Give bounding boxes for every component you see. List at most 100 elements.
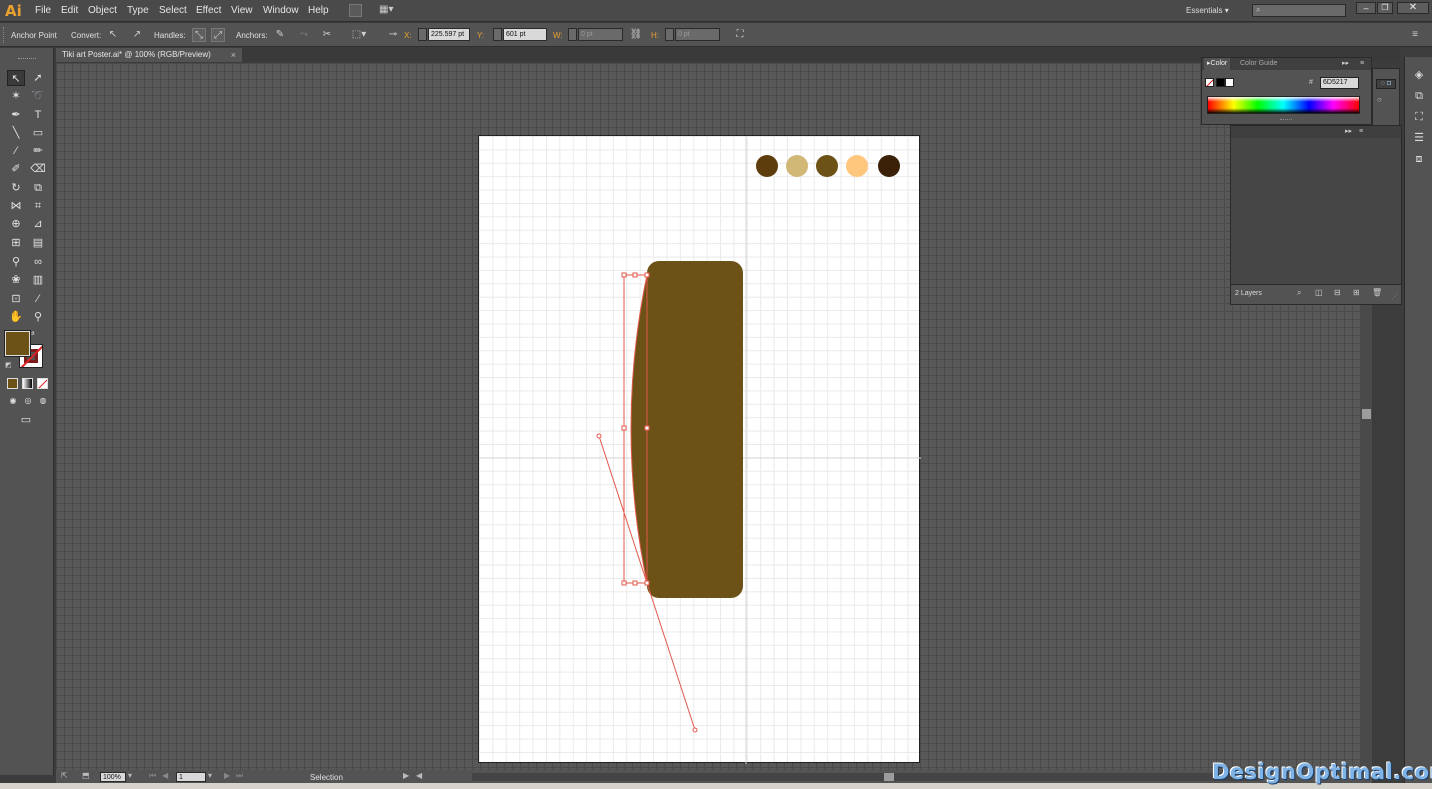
hide-handles-icon[interactable]: ⤢ bbox=[211, 28, 225, 42]
x-stepper[interactable] bbox=[418, 28, 427, 41]
scale-tool-icon[interactable]: ⧉ bbox=[29, 180, 47, 196]
artboard-tool-icon[interactable]: ⊡ bbox=[7, 291, 25, 307]
scroll-left-icon[interactable]: ◀ bbox=[416, 771, 422, 780]
none-mode-icon[interactable] bbox=[37, 378, 48, 389]
menu-edit[interactable]: Edit bbox=[61, 5, 78, 16]
artboard-nav-icon[interactable]: ⇱ bbox=[61, 771, 68, 780]
type-tool-icon[interactable]: T bbox=[29, 107, 47, 123]
clipping-mask-icon[interactable]: ◫ bbox=[1315, 288, 1323, 297]
w-stepper[interactable] bbox=[568, 28, 577, 41]
layers-collapse-icon[interactable]: ▸▸ bbox=[1345, 126, 1352, 138]
color-tab[interactable]: ▸Color bbox=[1204, 58, 1231, 70]
color-guide-tab[interactable]: Color Guide bbox=[1240, 58, 1277, 70]
show-handles-icon[interactable]: ⤡ bbox=[192, 28, 206, 42]
line-tool-icon[interactable]: ╲ bbox=[7, 125, 25, 141]
shape-builder-tool-icon[interactable]: ⊕ bbox=[7, 216, 25, 232]
magic-wand-tool-icon[interactable]: ✶ bbox=[7, 88, 25, 104]
rotate-tool-icon[interactable]: ↻ bbox=[7, 180, 25, 196]
perspective-grid-tool-icon[interactable]: ⊿ bbox=[29, 216, 47, 232]
transform-dock-icon[interactable]: ⛶ bbox=[1411, 109, 1427, 125]
menu-object[interactable]: Object bbox=[88, 5, 117, 16]
free-transform-tool-icon[interactable]: ⌗ bbox=[29, 198, 47, 214]
search-input[interactable]: ⌕ bbox=[1252, 4, 1346, 17]
close-tab-icon[interactable]: × bbox=[231, 48, 236, 62]
draw-inside-icon[interactable]: ◍ bbox=[34, 393, 52, 409]
status-menu-icon[interactable]: ▶ bbox=[403, 771, 409, 780]
width-tool-icon[interactable]: ⋈ bbox=[7, 198, 25, 214]
menu-file[interactable]: File bbox=[35, 5, 51, 16]
mesh-tool-icon[interactable]: ⊞ bbox=[7, 235, 25, 251]
menu-window[interactable]: Window bbox=[263, 5, 299, 16]
collapse-panel-icon[interactable]: ▸▸ bbox=[1342, 58, 1349, 70]
color-mode-icon[interactable] bbox=[7, 378, 18, 389]
gradient-tool-icon[interactable]: ▤ bbox=[29, 235, 47, 251]
connect-anchor-icon[interactable]: ⤳ bbox=[297, 28, 311, 42]
zoom-tool-icon[interactable]: ⚲ bbox=[29, 309, 47, 325]
slice-tool-icon[interactable]: ⁄ bbox=[29, 291, 47, 307]
out-of-gamut-icon[interactable]: ○ bbox=[1377, 95, 1382, 104]
open-in-bridge-icon[interactable]: ⬒ bbox=[82, 771, 90, 780]
white-color-icon[interactable] bbox=[1225, 78, 1234, 87]
eyedropper-tool-icon[interactable]: ⚲ bbox=[7, 254, 25, 270]
y-field[interactable]: 601 pt bbox=[503, 28, 547, 41]
screen-mode-icon[interactable]: ▭ bbox=[17, 412, 35, 428]
symbol-sprayer-tool-icon[interactable]: ❀ bbox=[7, 272, 25, 288]
link-proportions-icon[interactable]: ⛓ bbox=[629, 28, 643, 42]
menu-select[interactable]: Select bbox=[159, 5, 187, 16]
transform-icon[interactable]: ⛶ bbox=[733, 28, 747, 42]
locate-object-icon[interactable]: ⌕ bbox=[1297, 288, 1301, 298]
minimize-button[interactable]: – bbox=[1356, 2, 1376, 14]
y-stepper[interactable] bbox=[493, 28, 502, 41]
rectangle-tool-icon[interactable]: ▭ bbox=[29, 125, 47, 141]
bridge-icon[interactable] bbox=[349, 4, 362, 17]
pathfinder-dock-icon[interactable]: ⧈ bbox=[1411, 151, 1427, 167]
eraser-tool-icon[interactable]: ⌫ bbox=[29, 161, 47, 177]
panel-resize-grip[interactable] bbox=[1280, 119, 1292, 121]
column-graph-tool-icon[interactable]: ▥ bbox=[29, 272, 47, 288]
new-sublayer-icon[interactable]: ⊟ bbox=[1334, 288, 1341, 297]
paintbrush-tool-icon[interactable]: ⁄ bbox=[7, 143, 25, 159]
last-artboard-icon[interactable]: ⏭ bbox=[236, 771, 243, 781]
h-field[interactable]: 0 pt bbox=[675, 28, 720, 41]
restore-button[interactable]: ❐ bbox=[1377, 2, 1393, 14]
direct-selection-tool-icon[interactable]: ➚ bbox=[29, 70, 47, 86]
workspace-switcher[interactable]: Essentials ▾ bbox=[1186, 6, 1229, 15]
gradient-mode-icon[interactable] bbox=[22, 378, 33, 389]
pencil-tool-icon[interactable]: ✏ bbox=[29, 143, 47, 159]
black-color-icon[interactable] bbox=[1216, 78, 1225, 87]
vertical-scroll-thumb[interactable] bbox=[1362, 409, 1371, 419]
align-anchor-icon[interactable]: ⊸ bbox=[383, 28, 403, 42]
isolate-icon[interactable]: ⬚▾ bbox=[349, 28, 369, 42]
pen-tool-icon[interactable]: ✒ bbox=[7, 107, 25, 123]
fill-stroke-toggle-icon[interactable]: ○ ◘ bbox=[1376, 79, 1396, 89]
zoom-dropdown-icon[interactable]: ▾ bbox=[128, 771, 132, 780]
blend-tool-icon[interactable]: ∞ bbox=[29, 254, 47, 270]
blob-brush-tool-icon[interactable]: ✐ bbox=[7, 161, 25, 177]
align-dock-icon[interactable]: ☰ bbox=[1411, 130, 1427, 146]
convert-to-corner-icon[interactable]: ↖ bbox=[106, 28, 120, 42]
first-artboard-icon[interactable]: ⏮ bbox=[149, 771, 156, 781]
default-colors-icon[interactable]: ◩ bbox=[5, 361, 12, 369]
previous-artboard-icon[interactable]: ◀ bbox=[162, 771, 168, 780]
layers-resize-grip[interactable]: ⋰ bbox=[1391, 293, 1398, 301]
arrange-documents-icon[interactable]: ▦▾ bbox=[379, 4, 401, 17]
canvas[interactable] bbox=[56, 63, 1360, 770]
hand-tool-icon[interactable]: ✋ bbox=[7, 309, 25, 325]
convert-to-smooth-icon[interactable]: ↗ bbox=[130, 28, 144, 42]
new-layer-icon[interactable]: ⊞ bbox=[1353, 288, 1360, 297]
fill-swatch[interactable] bbox=[4, 330, 31, 357]
cut-path-icon[interactable]: ✂ bbox=[320, 28, 334, 42]
panel-menu-icon[interactable]: ≡ bbox=[1360, 58, 1364, 70]
w-field[interactable]: 0 pt bbox=[578, 28, 623, 41]
close-window-button[interactable]: ✕ bbox=[1397, 2, 1429, 14]
horizontal-scroll-thumb[interactable] bbox=[884, 773, 894, 781]
menu-help[interactable]: Help bbox=[308, 5, 329, 16]
selection-tool-icon[interactable]: ↖ bbox=[7, 70, 25, 86]
zoom-field[interactable]: 100% bbox=[100, 772, 126, 782]
lasso-tool-icon[interactable]: ➰ bbox=[29, 88, 47, 104]
menu-type[interactable]: Type bbox=[127, 5, 149, 16]
artboard-dropdown-icon[interactable]: ▾ bbox=[208, 771, 212, 780]
remove-anchor-icon[interactable]: ✎ bbox=[273, 28, 287, 42]
artboard[interactable] bbox=[478, 135, 921, 764]
horizontal-scrollbar[interactable] bbox=[472, 773, 1262, 781]
